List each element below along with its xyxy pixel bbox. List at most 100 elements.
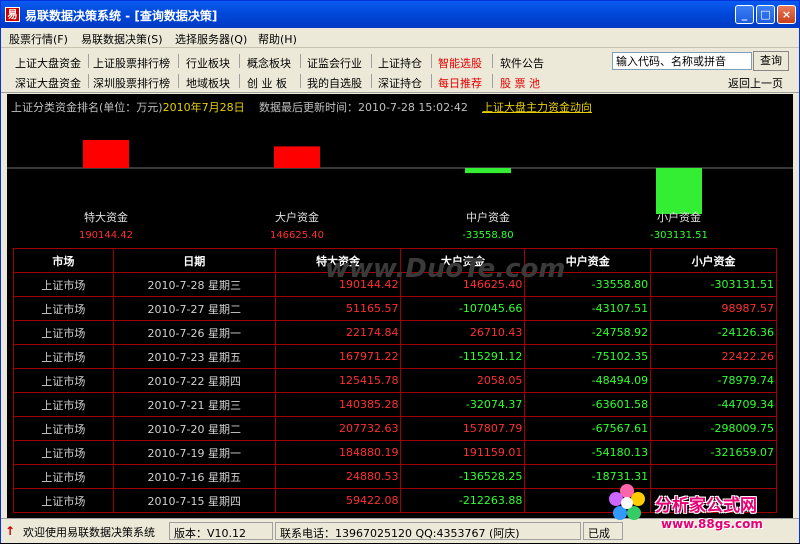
tb-sz-stock-ranking[interactable]: 深圳股票排行榜 — [93, 75, 170, 91]
tb-announcement[interactable]: 软件公告 — [500, 55, 544, 71]
funds-bar-chart: 特大资金 190144.42 大户资金 146625.40 中户资金 -33558.80 小… — [7, 140, 793, 241]
app-icon: 易 — [5, 7, 20, 22]
cell-medium: -54180.13 — [524, 440, 652, 465]
menu-stock-quotes[interactable]: 股票行情(F) — [9, 31, 68, 47]
cell-market: 上证市场 — [13, 440, 114, 465]
cell-date: 2010-7-15 星期四 — [112, 488, 276, 513]
status-icon: ↑ — [5, 524, 16, 538]
chart-category-label: 小户资金 — [657, 210, 701, 224]
cell-large: 26710.43 — [400, 320, 526, 345]
cell-large: -32074.37 — [400, 392, 526, 417]
cell-small: -78979.74 — [650, 368, 777, 393]
col-medium: 中户资金 — [524, 248, 652, 273]
cell-large: 191159.01 — [400, 440, 526, 465]
cell-super-large: 184880.19 — [274, 440, 402, 465]
ranking-label: 上证分类资金排名(单位：万元) — [11, 101, 163, 114]
tb-concept-sector[interactable]: 概念板块 — [247, 55, 291, 71]
table-row[interactable]: 上证市场 2010-7-19 星期一 184880.19 191159.01 -5418… — [13, 440, 777, 465]
search-input[interactable] — [612, 52, 752, 70]
cell-large: -212263.88 — [400, 488, 526, 513]
menu-help[interactable]: 帮助(H) — [258, 31, 297, 47]
cell-market: 上证市场 — [13, 368, 114, 393]
tb-gem-board[interactable]: 创 业 板 — [247, 75, 287, 91]
table-row[interactable]: 上证市场 2010-7-22 星期四 125415.78 2058.05 -48494.… — [13, 368, 777, 393]
logo-title: 分析家公式网 — [655, 496, 757, 516]
tb-daily-recommend[interactable]: 每日推荐 — [438, 75, 482, 91]
cell-super-large: 190144.42 — [274, 272, 402, 297]
col-small: 小户资金 — [650, 248, 777, 273]
cell-super-large: 207732.63 — [274, 416, 402, 441]
cell-small: -24126.36 — [650, 320, 777, 345]
tb-smart-pick[interactable]: 智能选股 — [438, 55, 482, 71]
logo-url: www.88gs.com — [661, 517, 763, 531]
cell-large: -107045.66 — [400, 296, 526, 321]
back-link[interactable]: 返回上一页 — [728, 75, 783, 91]
col-date: 日期 — [112, 248, 276, 273]
tb-sh-market-funds[interactable]: 上证大盘资金 — [15, 55, 81, 71]
cell-small: -321659.07 — [650, 440, 777, 465]
table-header-row: 市场 日期 特大资金 大户资金 中户资金 小户资金 — [13, 248, 777, 273]
cell-small: -303131.51 — [650, 272, 777, 297]
menu-bar: 股票行情(F) 易联数据决策(S) 选择服务器(Q) 帮助(H) — [1, 28, 799, 48]
cell-medium: -67567.61 — [524, 416, 652, 441]
cell-super-large: 59422.08 — [274, 488, 402, 513]
title-bar[interactable]: 易 易联数据决策系统 - [查询数据决策] _ □ × — [1, 1, 799, 28]
table-row[interactable]: 上证市场 2010-7-27 星期二 51165.57 -107045.66 -4310… — [13, 296, 777, 321]
ranking-title: 上证分类资金排名(单位：万元)2010年7月28日 — [11, 99, 245, 115]
cell-date: 2010-7-27 星期二 — [112, 296, 276, 321]
cell-market: 上证市场 — [13, 344, 114, 369]
cell-medium: -24758.92 — [524, 320, 652, 345]
table-row[interactable]: 上证市场 2010-7-26 星期一 22174.84 26710.43 -24758.… — [13, 320, 777, 345]
cell-large: -136528.25 — [400, 464, 526, 489]
ranking-date: 2010年7月28日 — [162, 101, 245, 114]
cell-small: 98987.57 — [650, 296, 777, 321]
cell-medium: -63601.58 — [524, 392, 652, 417]
close-button[interactable]: × — [777, 5, 796, 24]
cell-date: 2010-7-26 星期一 — [112, 320, 276, 345]
cell-date: 2010-7-21 星期三 — [112, 392, 276, 417]
table-row[interactable]: 上证市场 2010-7-28 星期三 190144.42 146625.40 -3355… — [13, 272, 777, 297]
menu-server[interactable]: 选择服务器(Q) — [175, 31, 247, 47]
cell-medium: -48494.09 — [524, 368, 652, 393]
chart-category-label: 特大资金 — [84, 210, 128, 224]
cell-super-large: 51165.57 — [274, 296, 402, 321]
table-row[interactable]: 上证市场 2010-7-23 星期五 167971.22 -115291.12 -751… — [13, 344, 777, 369]
tb-my-watchlist[interactable]: 我的自选股 — [307, 75, 362, 91]
cell-large: -115291.12 — [400, 344, 526, 369]
tb-sz-market-funds[interactable]: 深证大盘资金 — [15, 75, 81, 91]
chart-bar — [274, 146, 320, 168]
status-welcome: 欢迎使用易联数据决策系统 — [23, 526, 155, 539]
tb-region-sector[interactable]: 地域板块 — [186, 75, 230, 91]
search-button[interactable]: 查询 — [753, 51, 789, 71]
tb-industry-sector[interactable]: 行业板块 — [186, 55, 230, 71]
site-logo: 分析家公式网 www.88gs.com — [601, 475, 800, 544]
cell-small: -298009.75 — [650, 416, 777, 441]
cell-large: 146625.40 — [400, 272, 526, 297]
tb-sz-holdings[interactable]: 深证持仓 — [378, 75, 422, 91]
table-row[interactable]: 上证市场 2010-7-21 星期三 140385.28 -32074.37 -6360… — [13, 392, 777, 417]
chart-category-label: 中户资金 — [466, 210, 510, 224]
menu-decision[interactable]: 易联数据决策(S) — [81, 31, 163, 47]
chart-bar — [465, 168, 511, 174]
maximize-button[interactable]: □ — [756, 5, 775, 24]
cell-market: 上证市场 — [13, 464, 114, 489]
minimize-button[interactable]: _ — [735, 5, 754, 24]
app-window: 易 易联数据决策系统 - [查询数据决策] _ □ × 股票行情(F) 易联数据… — [0, 0, 800, 543]
chart-bar — [656, 168, 702, 214]
tb-sh-stock-ranking[interactable]: 上证股票排行榜 — [93, 55, 170, 71]
chart-category-label: 大户资金 — [275, 210, 319, 224]
tb-csrc-industry[interactable]: 证监会行业 — [307, 55, 362, 71]
cell-market: 上证市场 — [13, 272, 114, 297]
table-row[interactable]: 上证市场 2010-7-20 星期二 207732.63 157807.79 -6756… — [13, 416, 777, 441]
cell-market: 上证市场 — [13, 296, 114, 321]
main-funds-link[interactable]: 上证大盘主力资金动向 — [482, 99, 592, 115]
tb-sh-holdings[interactable]: 上证持仓 — [378, 55, 422, 71]
window-title: 易联数据决策系统 - [查询数据决策] — [25, 9, 218, 23]
cell-medium: -75102.35 — [524, 344, 652, 369]
tb-stock-pool[interactable]: 股 票 池 — [500, 75, 540, 91]
col-market: 市场 — [13, 248, 114, 273]
cell-date: 2010-7-19 星期一 — [112, 440, 276, 465]
cell-super-large: 167971.22 — [274, 344, 402, 369]
toolbar: 上证大盘资金 上证股票排行榜 行业板块 概念板块 证监会行业 上证持仓 智能选股… — [1, 49, 799, 93]
cell-super-large: 125415.78 — [274, 368, 402, 393]
